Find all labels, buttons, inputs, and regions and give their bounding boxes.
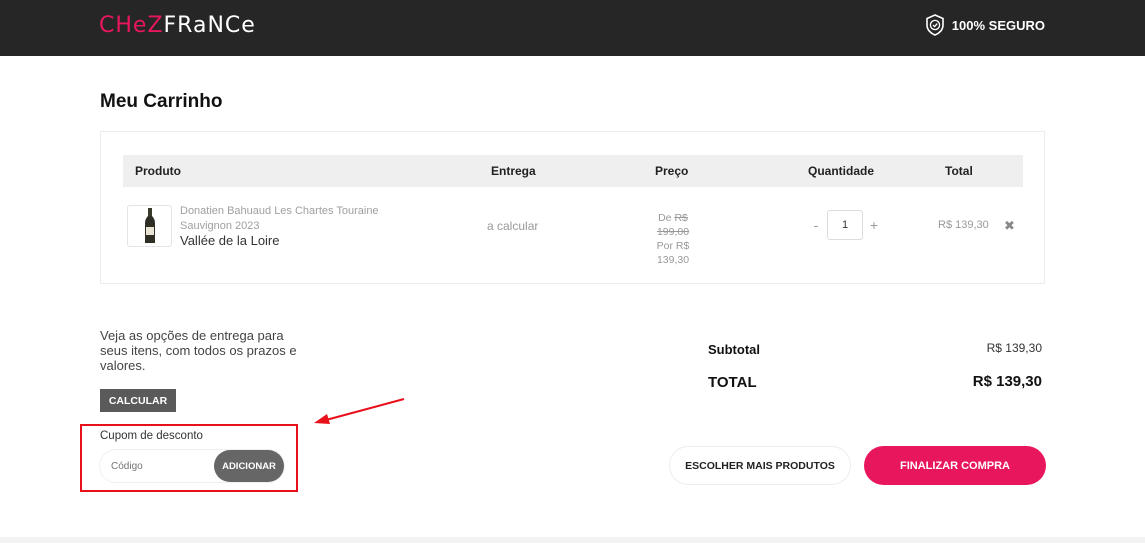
column-header-total: Total [945,164,973,178]
delivery-value: a calcular [487,219,539,233]
calculate-shipping-button[interactable]: CALCULAR [100,389,176,412]
subtotal-label: Subtotal [708,342,760,357]
shipping-info-text: Veja as opções de entrega para seus iten… [100,328,297,373]
price-cell: De R$ 199,00 Por R$ 139,30 [641,211,705,267]
total-label: TOTAL [708,374,757,391]
close-icon[interactable]: ✖ [1004,218,1015,234]
cart-table: Produto Entrega Preço Quantidade Total D… [100,131,1045,284]
row-total: R$ 139,30 [938,219,989,231]
quantity-stepper: - + [809,210,881,240]
continue-shopping-button[interactable]: ESCOLHER MAIS PRODUTOS [669,446,851,485]
top-header: CHeZFRaNCe 100% SEGURO [0,0,1145,56]
checkout-button[interactable]: FINALIZAR COMPRA [864,446,1046,485]
product-thumbnail[interactable] [127,205,172,247]
subtotal-value: R$ 139,30 [986,341,1042,355]
quantity-increase-button[interactable]: + [867,217,881,233]
price-new: Por R$ 139,30 [656,240,690,266]
column-header-entrega: Entrega [491,164,536,178]
column-header-produto: Produto [135,164,181,178]
wine-bottle-icon [144,208,155,243]
quantity-decrease-button[interactable]: - [809,217,823,233]
product-region: Vallée de la Loire [180,233,280,248]
price-old-prefix: De [658,212,672,224]
shield-check-icon [925,14,944,36]
footer-divider [0,537,1145,543]
annotation-highlight-box [80,424,298,492]
column-header-quantidade: Quantidade [808,164,875,178]
quantity-input[interactable] [827,210,863,240]
column-header-preco: Preço [655,164,689,178]
secure-badge: 100% SEGURO [925,14,1045,36]
product-name[interactable]: Donatien Bahuaud Les Chartes Touraine Sa… [180,204,420,234]
table-row: Donatien Bahuaud Les Chartes Touraine Sa… [123,202,1023,266]
page-title: Meu Carrinho [100,91,223,112]
secure-label: 100% SEGURO [951,17,1045,33]
total-value: R$ 139,30 [972,373,1042,390]
table-header: Produto Entrega Preço Quantidade Total [123,155,1023,187]
logo-part2: FRaNCe [163,13,256,38]
logo-part1: CHeZ [99,13,164,38]
logo[interactable]: CHeZFRaNCe [99,13,256,38]
